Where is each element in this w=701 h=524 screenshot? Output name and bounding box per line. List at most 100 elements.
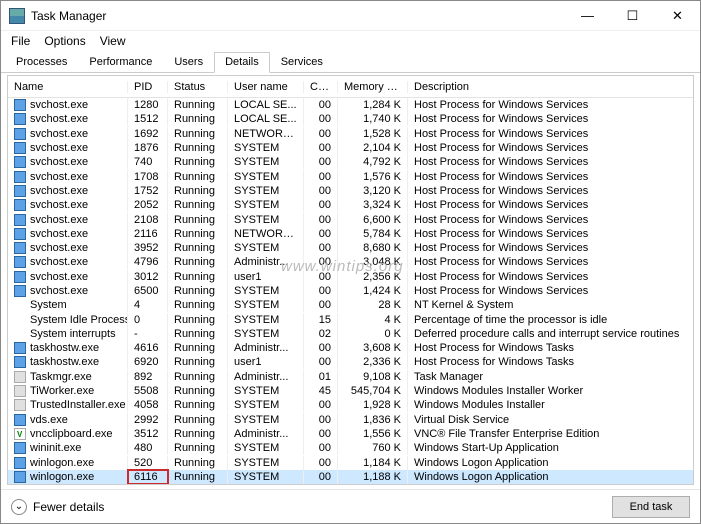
cell-status: Running [168, 241, 228, 255]
cell-name: winlogon.exe [30, 456, 94, 470]
table-row[interactable]: vds.exe2992RunningSYSTEM001,836 KVirtual… [8, 413, 693, 427]
table-row[interactable]: svchost.exe1512RunningLOCAL SE...001,740… [8, 112, 693, 126]
col-user[interactable]: User name [228, 81, 304, 93]
table-row[interactable]: svchost.exe4796RunningAdministr...003,04… [8, 255, 693, 269]
close-button[interactable]: ✕ [655, 1, 700, 30]
cell-pid: 740 [128, 155, 168, 169]
cell-description: Windows Modules Installer [408, 398, 693, 412]
cell-pid: 6920 [128, 355, 168, 369]
tab-strip: Processes Performance Users Details Serv… [1, 51, 700, 73]
table-row[interactable]: svchost.exe1708RunningSYSTEM001,576 KHos… [8, 169, 693, 183]
table-row[interactable]: TrustedInstaller.exe4058RunningSYSTEM001… [8, 398, 693, 412]
cell-description: NT Kernel & System [408, 298, 693, 312]
cell-description: Host Process for Windows Services [408, 270, 693, 284]
cell-status: Running [168, 384, 228, 398]
menu-file[interactable]: File [11, 34, 30, 48]
cell-status: Running [168, 413, 228, 427]
menu-options[interactable]: Options [44, 34, 85, 48]
cell-pid: 4058 [128, 398, 168, 412]
cell-memory: 1,528 K [338, 127, 408, 141]
process-icon [14, 171, 26, 183]
table-row[interactable]: svchost.exe1752RunningSYSTEM003,120 KHos… [8, 184, 693, 198]
col-name[interactable]: Name [8, 81, 128, 93]
table-row[interactable]: svchost.exe1876RunningSYSTEM002,104 KHos… [8, 141, 693, 155]
col-status[interactable]: Status [168, 81, 228, 93]
col-description[interactable]: Description [408, 81, 693, 93]
cell-memory: 1,740 K [338, 112, 408, 126]
cell-name: vncclipboard.exe [30, 427, 113, 441]
cell-status: Running [168, 112, 228, 126]
grid-body[interactable]: svchost.exe1280RunningLOCAL SE...001,284… [8, 98, 693, 484]
cell-description: Task Manager [408, 370, 693, 384]
end-task-button[interactable]: End task [612, 496, 690, 518]
tab-services[interactable]: Services [270, 52, 334, 73]
table-row[interactable]: winlogon.exe520RunningSYSTEM001,184 KWin… [8, 455, 693, 469]
table-row[interactable]: wininit.exe480RunningSYSTEM00760 KWindow… [8, 441, 693, 455]
table-row[interactable]: TiWorker.exe5508RunningSYSTEM45545,704 K… [8, 384, 693, 398]
table-row[interactable]: svchost.exe1692RunningNETWORK...001,528 … [8, 127, 693, 141]
cell-cpu: 00 [304, 155, 338, 169]
col-pid[interactable]: PID [128, 81, 168, 93]
cell-pid: 480 [128, 441, 168, 455]
table-row[interactable]: svchost.exe1280RunningLOCAL SE...001,284… [8, 98, 693, 112]
table-row[interactable]: System interrupts-RunningSYSTEM020 KDefe… [8, 327, 693, 341]
tab-processes[interactable]: Processes [5, 52, 78, 73]
table-row[interactable]: svchost.exe6500RunningSYSTEM001,424 KHos… [8, 284, 693, 298]
process-icon [14, 399, 26, 411]
tab-details[interactable]: Details [214, 52, 270, 73]
table-row[interactable]: svchost.exe2108RunningSYSTEM006,600 KHos… [8, 212, 693, 226]
cell-memory: 28 K [338, 298, 408, 312]
cell-memory: 4,792 K [338, 155, 408, 169]
cell-cpu: 15 [304, 313, 338, 327]
col-memory[interactable]: Memory (p... [338, 81, 408, 93]
tab-performance[interactable]: Performance [78, 52, 163, 73]
cell-memory: 8,680 K [338, 241, 408, 255]
cell-memory: 6,600 K [338, 213, 408, 227]
cell-name: svchost.exe [30, 170, 88, 184]
table-row[interactable]: vncclipboard.exe3512RunningAdministr...0… [8, 427, 693, 441]
cell-description: Host Process for Windows Tasks [408, 355, 693, 369]
cell-pid: 6500 [128, 284, 168, 298]
cell-memory: 0 K [338, 327, 408, 341]
cell-name: System [30, 298, 67, 312]
table-row[interactable]: Taskmgr.exe892RunningAdministr...019,108… [8, 370, 693, 384]
cell-cpu: 00 [304, 470, 338, 484]
cell-name: svchost.exe [30, 184, 88, 198]
cell-user: SYSTEM [228, 398, 304, 412]
cell-memory: 3,324 K [338, 198, 408, 212]
cell-description: Host Process for Windows Services [408, 184, 693, 198]
process-icon [14, 342, 26, 354]
cell-name: svchost.exe [30, 227, 88, 241]
table-row[interactable]: taskhostw.exe4616RunningAdministr...003,… [8, 341, 693, 355]
cell-memory: 5,784 K [338, 227, 408, 241]
cell-memory: 9,108 K [338, 370, 408, 384]
table-row[interactable]: svchost.exe2052RunningSYSTEM003,324 KHos… [8, 198, 693, 212]
cell-description: Host Process for Windows Services [408, 227, 693, 241]
menu-view[interactable]: View [100, 34, 126, 48]
fewer-details-button[interactable]: ⌄ Fewer details [11, 499, 104, 515]
maximize-button[interactable]: ☐ [610, 1, 655, 30]
cell-user: NETWORK... [228, 227, 304, 241]
cell-pid: 6116 [128, 470, 168, 484]
table-row[interactable]: taskhostw.exe6920Runninguser1002,336 KHo… [8, 355, 693, 369]
table-row[interactable]: System Idle Process0RunningSYSTEM154 KPe… [8, 312, 693, 326]
table-row[interactable]: winlogon.exe6116RunningSYSTEM001,188 KWi… [8, 470, 693, 484]
minimize-button[interactable]: — [565, 1, 610, 30]
cell-pid: 2116 [128, 227, 168, 241]
cell-cpu: 00 [304, 184, 338, 198]
table-row[interactable]: svchost.exe3012Runninguser1002,356 KHost… [8, 270, 693, 284]
table-row[interactable]: svchost.exe2116RunningNETWORK...005,784 … [8, 227, 693, 241]
col-cpu[interactable]: CPU [304, 81, 338, 93]
table-row[interactable]: svchost.exe3952RunningSYSTEM008,680 KHos… [8, 241, 693, 255]
table-row[interactable]: System4RunningSYSTEM0028 KNT Kernel & Sy… [8, 298, 693, 312]
cell-name: svchost.exe [30, 241, 88, 255]
cell-user: SYSTEM [228, 384, 304, 398]
table-row[interactable]: svchost.exe740RunningSYSTEM004,792 KHost… [8, 155, 693, 169]
cell-cpu: 00 [304, 298, 338, 312]
cell-memory: 3,120 K [338, 184, 408, 198]
cell-cpu: 00 [304, 227, 338, 241]
cell-status: Running [168, 184, 228, 198]
cell-name: System Idle Process [30, 313, 128, 327]
tab-users[interactable]: Users [163, 52, 214, 73]
cell-pid: 2992 [128, 413, 168, 427]
